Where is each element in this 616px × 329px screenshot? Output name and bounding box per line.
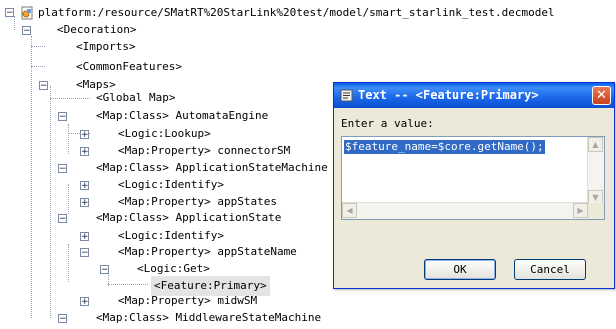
expand-toggle[interactable]: + xyxy=(80,147,89,157)
collapse-toggle[interactable]: − xyxy=(100,265,109,275)
collapse-toggle[interactable]: − xyxy=(58,112,67,122)
text-dialog: Text -- <Feature:Primary> ✕ Enter a valu… xyxy=(333,82,615,289)
value-textarea[interactable]: $feature_name=$core.getName(); ▲ ▼ ◀ ▶ xyxy=(341,136,605,220)
expand-toggle[interactable]: + xyxy=(80,232,89,242)
model-file-icon xyxy=(21,6,33,20)
cancel-button[interactable]: Cancel xyxy=(514,259,586,280)
collapse-toggle[interactable]: − xyxy=(22,26,31,36)
expand-toggle[interactable]: + xyxy=(80,297,89,307)
tree-node-label: <Global Map> xyxy=(96,91,176,104)
ok-button[interactable]: OK xyxy=(424,259,496,280)
close-icon[interactable]: ✕ xyxy=(592,86,611,105)
scroll-left-icon[interactable]: ◀ xyxy=(342,203,357,218)
tree-node-label: <Map:Class> MiddlewareStateMachine xyxy=(96,311,322,324)
scroll-right-icon[interactable]: ▶ xyxy=(573,203,588,218)
scroll-corner xyxy=(588,203,604,219)
dialog-title: Text -- <Feature:Primary> xyxy=(358,88,539,102)
vertical-scrollbar[interactable]: ▲ ▼ xyxy=(587,137,604,205)
collapse-toggle[interactable]: − xyxy=(39,81,48,91)
expand-toggle[interactable]: + xyxy=(80,130,89,140)
scroll-up-icon[interactable]: ▲ xyxy=(588,137,603,152)
collapse-toggle[interactable]: − xyxy=(80,248,89,258)
value-text-selected: $feature_name=$core.getName(); xyxy=(344,140,545,154)
tree-node-label: <Map:Class> AutomataEngine xyxy=(96,109,269,122)
tree-node-label: <Map:Class> ApplicationState xyxy=(96,211,282,224)
text-dialog-icon xyxy=(340,89,353,102)
value-prompt: Enter a value: xyxy=(341,117,434,130)
tree-node-label: <Imports> xyxy=(76,40,136,53)
collapse-toggle[interactable]: − xyxy=(58,314,67,324)
expand-toggle[interactable]: + xyxy=(80,181,89,191)
expand-toggle[interactable]: + xyxy=(80,198,89,208)
horizontal-scrollbar[interactable]: ◀ ▶ xyxy=(342,202,588,219)
dialog-titlebar[interactable]: Text -- <Feature:Primary> ✕ xyxy=(334,83,614,108)
collapse-toggle[interactable]: − xyxy=(58,164,67,174)
collapse-toggle[interactable]: − xyxy=(58,214,67,224)
tree-node-label: <CommonFeatures> xyxy=(76,60,182,73)
collapse-toggle[interactable]: − xyxy=(5,8,14,18)
